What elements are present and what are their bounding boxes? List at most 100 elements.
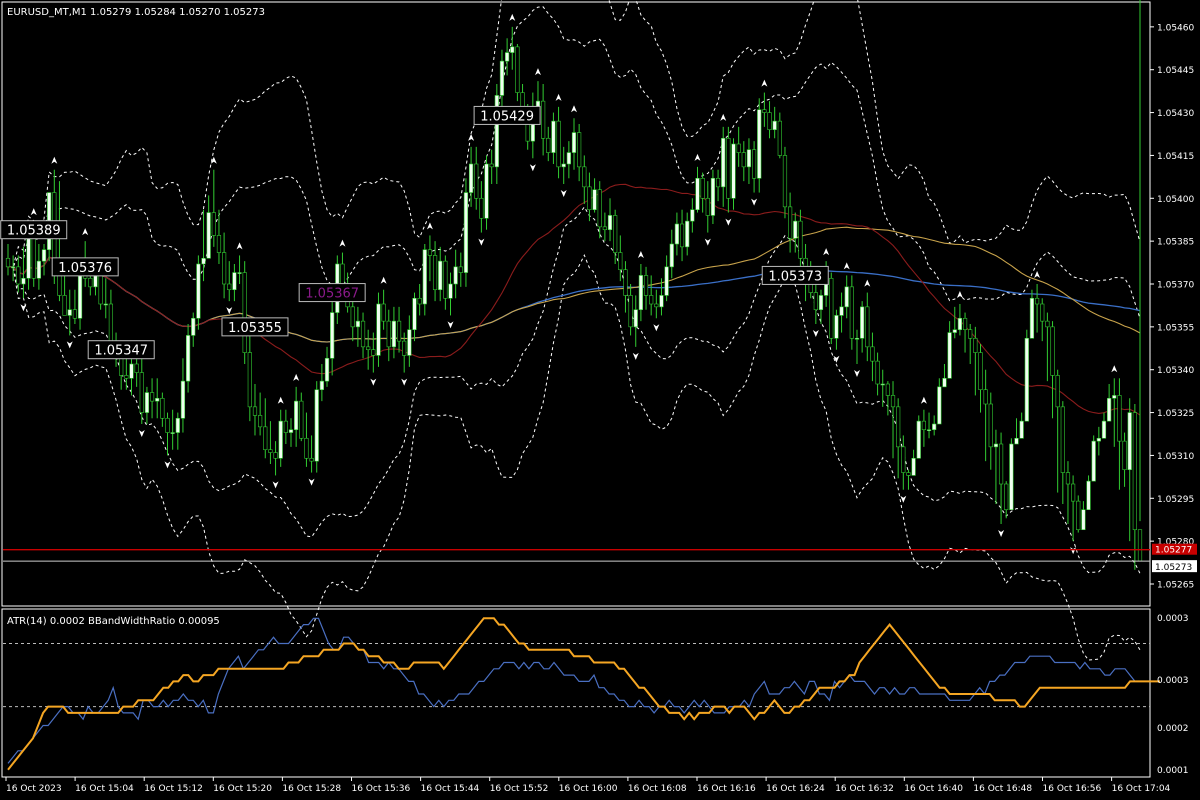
- time-tick-label: 16 Oct 15:52: [490, 784, 549, 794]
- candle-body: [124, 375, 129, 379]
- candle-body: [1132, 412, 1137, 531]
- candle-body: [119, 357, 124, 376]
- candle-body: [206, 212, 211, 259]
- candle-body: [129, 363, 134, 379]
- candle-body: [767, 112, 772, 131]
- candle-body: [705, 197, 710, 216]
- candle-body: [1071, 483, 1076, 502]
- candle: [484, 155, 489, 230]
- time-tick-label: 16 Oct 16:00: [559, 784, 618, 794]
- candle-body: [263, 426, 268, 451]
- indicator-tick-label: 0.0003: [1157, 676, 1189, 686]
- time-tick-label: 16 Oct 16:08: [628, 784, 687, 794]
- candle-body: [67, 309, 72, 316]
- candle-body: [731, 143, 736, 199]
- candle-body: [643, 275, 649, 296]
- price-tick-label: 1.05415: [1157, 152, 1194, 162]
- time-tick-label: 16 Oct 16:40: [904, 784, 963, 794]
- candle-body: [937, 386, 942, 425]
- candle-body: [757, 109, 762, 179]
- candle-body: [1014, 437, 1019, 445]
- price-tick-label: 1.05355: [1157, 323, 1194, 333]
- candle-body: [227, 283, 232, 291]
- candle-body: [751, 149, 757, 179]
- price-tick-label: 1.05325: [1157, 409, 1194, 419]
- candle-body: [258, 415, 263, 428]
- candle-body: [1112, 395, 1117, 399]
- candle-body: [762, 109, 767, 113]
- candle-body: [638, 275, 643, 311]
- candle-body: [721, 137, 726, 188]
- candle-body: [782, 155, 788, 208]
- candle-body: [26, 237, 31, 279]
- candle-body: [613, 215, 618, 253]
- candle-body: [1086, 480, 1091, 511]
- price-tick-label: 1.05385: [1157, 238, 1194, 248]
- candle-body: [1107, 397, 1112, 422]
- candle-body: [854, 337, 860, 340]
- candle-body: [381, 303, 386, 322]
- candle-body: [438, 260, 443, 291]
- candle-body: [155, 397, 160, 402]
- candle-body: [947, 332, 952, 379]
- price-tick-label: 1.05430: [1157, 109, 1194, 119]
- candle-body: [324, 357, 330, 382]
- candle-body: [499, 60, 505, 96]
- candle-body: [72, 309, 77, 319]
- candle-body: [1034, 297, 1040, 305]
- candle-body: [551, 120, 556, 153]
- candle-body: [618, 252, 623, 271]
- candle-body: [962, 317, 968, 331]
- chart-canvas[interactable]: 1.05389 1.05376 1.05347 1.05355 1.05367 1.054…: [0, 0, 1200, 800]
- candle-body: [407, 329, 412, 356]
- candle-body: [41, 249, 47, 262]
- price-tick-label: 1.05460: [1157, 23, 1194, 33]
- candle-body: [587, 186, 592, 211]
- candle-body: [1137, 529, 1143, 562]
- candle-body: [134, 363, 139, 373]
- candle-body: [541, 100, 546, 139]
- time-tick-label: 16 Oct 16:16: [697, 784, 756, 794]
- candle-body: [546, 137, 551, 153]
- candle-body: [273, 452, 278, 459]
- candle-body: [669, 243, 674, 268]
- candle-body: [839, 306, 844, 316]
- candle-body: [417, 297, 422, 305]
- indicator-tick-label: 0.0001: [1157, 766, 1189, 776]
- candle-body: [185, 335, 191, 382]
- candle-body: [484, 163, 489, 219]
- candle-body: [798, 220, 803, 259]
- candle: [1024, 329, 1029, 422]
- candle-body: [983, 389, 988, 405]
- candle-body: [201, 257, 206, 265]
- time-tick-label: 16 Oct 17:04: [1112, 784, 1171, 794]
- candle-body: [309, 457, 314, 462]
- candle-body: [1076, 500, 1081, 531]
- candle: [463, 178, 469, 287]
- candle-body: [597, 189, 602, 228]
- candle-body: [736, 143, 741, 153]
- candle-body: [628, 295, 633, 328]
- main-header: EURUSD_MT,M1 1.05279 1.05284 1.05270 1.0…: [7, 7, 265, 18]
- candle-body: [818, 295, 824, 311]
- candle-body: [1122, 440, 1127, 471]
- candle-body: [77, 272, 83, 319]
- candle-body: [288, 429, 294, 433]
- price-tick-label: 1.05340: [1157, 366, 1194, 376]
- candle: [314, 381, 319, 473]
- candle-body: [468, 163, 474, 193]
- candle-body: [602, 226, 607, 231]
- candle: [376, 292, 381, 367]
- candle-body: [402, 340, 407, 356]
- price-box-label: 1.05389: [7, 224, 61, 239]
- candle-body: [674, 223, 680, 245]
- candle-body: [808, 283, 813, 293]
- candle-body: [247, 352, 252, 408]
- price-box: 1.05389: [0, 220, 68, 240]
- candle-body: [788, 206, 793, 239]
- candle-body: [283, 420, 288, 433]
- candle-body: [921, 420, 926, 431]
- candle-body: [813, 292, 818, 311]
- candle-body: [479, 197, 484, 219]
- candle-body: [1065, 472, 1071, 485]
